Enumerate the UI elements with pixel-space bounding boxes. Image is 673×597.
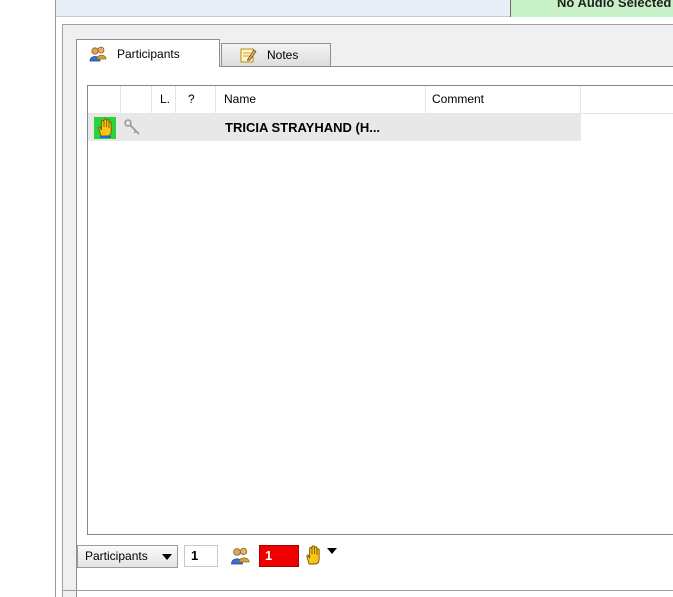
column-header-question[interactable]: ? — [176, 86, 216, 113]
raised-hand-count: 1 — [259, 545, 299, 567]
participant-name: TRICIA STRAYHAND (H... — [225, 120, 381, 135]
list-header: L. ? Name Comment — [88, 86, 673, 114]
tab-notes-label: Notes — [267, 48, 299, 62]
column-header-role[interactable] — [121, 86, 152, 113]
table-row[interactable]: TRICIA STRAYHAND (H... — [88, 114, 581, 141]
participant-count: 1 — [184, 545, 218, 567]
column-header-l[interactable]: L. — [152, 86, 176, 113]
tab-notes[interactable]: Notes — [221, 43, 331, 66]
dropdown-label: Participants — [85, 549, 148, 563]
bottom-toolbar: Participants 1 1 — [77, 540, 673, 570]
raise-hand-icon[interactable] — [303, 544, 323, 566]
raised-hand-icon — [94, 117, 116, 139]
hand-menu-chevron-down-icon[interactable] — [327, 548, 337, 554]
participants-list[interactable]: L. ? Name Comment TRICIA STRAYHAND (H... — [87, 85, 673, 535]
audio-status-text: No Audio Selected — [557, 0, 672, 10]
participants-view-dropdown[interactable]: Participants — [77, 545, 178, 568]
tab-participants[interactable]: Participants — [76, 39, 220, 67]
key-icon — [123, 118, 143, 138]
participants-icon — [89, 46, 107, 62]
participants-icon — [230, 547, 250, 565]
chevron-down-icon — [162, 554, 172, 560]
panel-divider — [62, 590, 673, 591]
notes-icon — [239, 47, 257, 63]
audio-status-banner: No Audio Selected — [510, 0, 673, 17]
tab-participants-label: Participants — [117, 46, 180, 61]
column-header-comment[interactable]: Comment — [426, 86, 581, 113]
column-header-status[interactable] — [88, 86, 121, 113]
column-header-name[interactable]: Name — [216, 86, 426, 113]
left-panel-strip — [0, 0, 56, 597]
